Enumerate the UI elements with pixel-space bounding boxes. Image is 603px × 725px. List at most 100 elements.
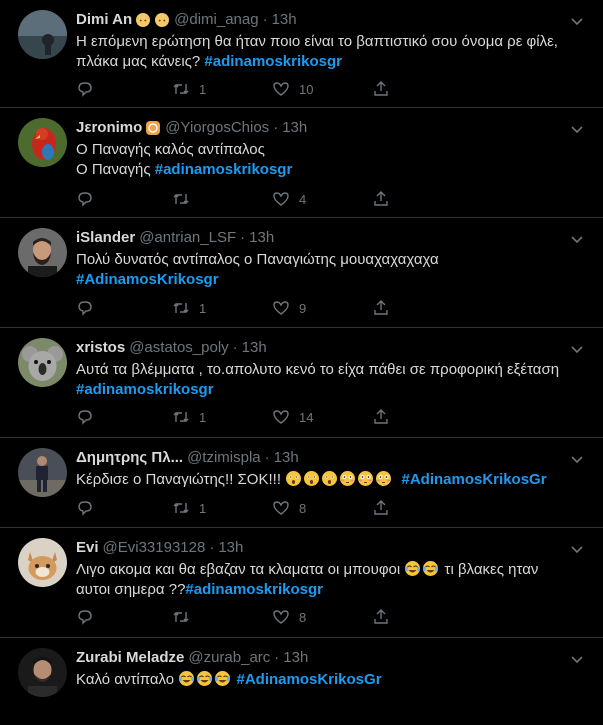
like-count: 4: [299, 191, 307, 207]
timestamp[interactable]: 13h: [283, 649, 308, 667]
retweet-button[interactable]: 1: [172, 299, 206, 317]
timestamp[interactable]: 13h: [282, 119, 307, 137]
user-handle[interactable]: @Evi33193128: [103, 539, 206, 557]
tweet[interactable]: Δημητρης Πλ... @tzimispla · 13h Κέρδισε …: [0, 438, 603, 528]
reply-button[interactable]: [76, 80, 103, 98]
like-button[interactable]: 9: [272, 299, 306, 317]
hashtag-link[interactable]: #adinamoskrikosgr: [185, 581, 323, 598]
avatar[interactable]: [18, 118, 67, 167]
hashtag-link[interactable]: #AdinamosKrikosgr: [76, 271, 219, 288]
display-name[interactable]: Jεronimo: [76, 119, 142, 137]
retweet-button[interactable]: [172, 608, 199, 626]
user-handle[interactable]: @dimi_anag: [174, 11, 258, 29]
tweet-header: Evi @Evi33193128 · 13h: [76, 539, 243, 557]
tweet[interactable]: Dimi An @dimi_anag · 13h Η επόμενη ερώτη…: [0, 0, 603, 108]
tweet-actions: 1 8: [76, 499, 396, 519]
reply-icon: [78, 410, 92, 425]
retweet-button[interactable]: 1: [172, 80, 206, 98]
like-button[interactable]: 4: [272, 190, 306, 208]
share-button[interactable]: [372, 299, 390, 317]
chevron-down-icon[interactable]: [569, 13, 585, 29]
chevron-down-icon[interactable]: [569, 121, 585, 137]
timestamp[interactable]: 13h: [218, 539, 243, 557]
timestamp[interactable]: 13h: [274, 449, 299, 467]
share-button[interactable]: [372, 80, 390, 98]
user-handle[interactable]: @tzimispla: [187, 449, 261, 467]
retweet-button[interactable]: 1: [172, 408, 206, 426]
reply-icon: [78, 301, 92, 316]
timestamp[interactable]: 13h: [242, 339, 267, 357]
avatar[interactable]: [18, 648, 67, 697]
like-button[interactable]: 8: [272, 608, 306, 626]
retweet-button[interactable]: 1: [172, 499, 206, 517]
avatar[interactable]: [18, 338, 67, 387]
tweet[interactable]: Jεronimo @YiorgosChios · 13h Ο Παναγής κ…: [0, 108, 603, 218]
display-name[interactable]: Δημητρης Πλ...: [76, 449, 183, 467]
hashtag-link[interactable]: #adinamoskrikosgr: [204, 53, 342, 70]
user-handle[interactable]: @astatos_poly: [129, 339, 228, 357]
share-button[interactable]: [372, 499, 390, 517]
share-button[interactable]: [372, 608, 390, 626]
retweet-count: 1: [199, 500, 207, 516]
avatar[interactable]: [18, 228, 67, 277]
reply-button[interactable]: [76, 499, 103, 517]
display-name[interactable]: Dimi An: [76, 11, 132, 29]
tweet-text: Αυτά τα βλέμματα , το.απολυτο κενό το εί…: [76, 360, 586, 400]
astonished-emoji-icon: [322, 471, 338, 486]
separator-dot: ·: [209, 539, 215, 556]
reply-button[interactable]: [76, 190, 103, 208]
timestamp[interactable]: 13h: [249, 229, 274, 247]
hashtag-link[interactable]: #AdinamosKrikosGr: [236, 671, 381, 688]
user-handle[interactable]: @zurab_arc: [188, 649, 270, 667]
display-name[interactable]: iSlander: [76, 229, 135, 247]
separator-dot: ·: [240, 229, 246, 246]
share-icon: [374, 81, 388, 96]
chevron-down-icon[interactable]: [569, 651, 585, 667]
display-name[interactable]: Evi: [76, 539, 99, 557]
tweet-text-line: Ο Παναγής: [76, 161, 155, 178]
display-name[interactable]: Zurabi Meladze: [76, 649, 184, 667]
like-button[interactable]: 8: [272, 499, 306, 517]
heart-icon: [273, 301, 289, 315]
hashtag-link[interactable]: #AdinamosKrikosGr: [402, 471, 547, 488]
reply-button[interactable]: [76, 299, 103, 317]
tweet-header: xristos @astatos_poly · 13h: [76, 339, 267, 357]
share-icon: [374, 500, 388, 515]
tweet-text: Πολύ δυνατός αντίπαλος ο Παναγιώτης μουα…: [76, 250, 586, 290]
chevron-down-icon[interactable]: [569, 541, 585, 557]
tweet[interactable]: Evi @Evi33193128 · 13h Λιγο ακομα και θα…: [0, 528, 603, 638]
reply-button[interactable]: [76, 408, 103, 426]
chevron-down-icon[interactable]: [569, 341, 585, 357]
retweet-button[interactable]: [172, 190, 199, 208]
user-handle[interactable]: @YiorgosChios: [165, 119, 269, 137]
chevron-down-icon[interactable]: [569, 231, 585, 247]
chevron-down-icon[interactable]: [569, 451, 585, 467]
avatar[interactable]: [18, 538, 67, 587]
avatar[interactable]: [18, 448, 67, 497]
joy-emoji-icon: [179, 671, 195, 686]
reply-button[interactable]: [76, 608, 103, 626]
timestamp[interactable]: 13h: [272, 11, 297, 29]
hashtag-link[interactable]: #adinamoskrikosgr: [76, 381, 214, 398]
user-handle[interactable]: @antrian_LSF: [139, 229, 236, 247]
tweet[interactable]: iSlander @antrian_LSF · 13h Πολύ δυνατός…: [0, 218, 603, 328]
like-button[interactable]: 14: [272, 408, 313, 426]
retweet-count: 1: [199, 81, 207, 97]
tweet-actions: 4: [76, 190, 396, 210]
tweet-actions: 8: [76, 608, 396, 628]
like-button[interactable]: 10: [272, 80, 313, 98]
tweet-text-line: Ο Παναγής καλός αντίπαλος: [76, 141, 265, 158]
display-name[interactable]: xristos: [76, 339, 125, 357]
tweet[interactable]: xristos @astatos_poly · 13h Αυτά τα βλέμ…: [0, 328, 603, 438]
tweet-actions: 1 10: [76, 80, 396, 100]
separator-dot: ·: [264, 449, 270, 466]
tweet-text-line: Κέρδισε ο Παναγιώτης!! ΣΟΚ!!!: [76, 471, 286, 488]
avatar[interactable]: [18, 10, 67, 59]
hashtag-link[interactable]: #adinamoskrikosgr: [155, 161, 293, 178]
share-button[interactable]: [372, 408, 390, 426]
tweet[interactable]: Zurabi Meladze @zurab_arc · 13h Καλό αντ…: [0, 638, 603, 725]
like-count: 14: [299, 409, 314, 425]
tweet-text-line: Η επόμενη ερώτηση θα ήταν ποιο είναι το …: [76, 33, 558, 50]
share-button[interactable]: [372, 190, 390, 208]
like-count: 8: [299, 609, 307, 625]
